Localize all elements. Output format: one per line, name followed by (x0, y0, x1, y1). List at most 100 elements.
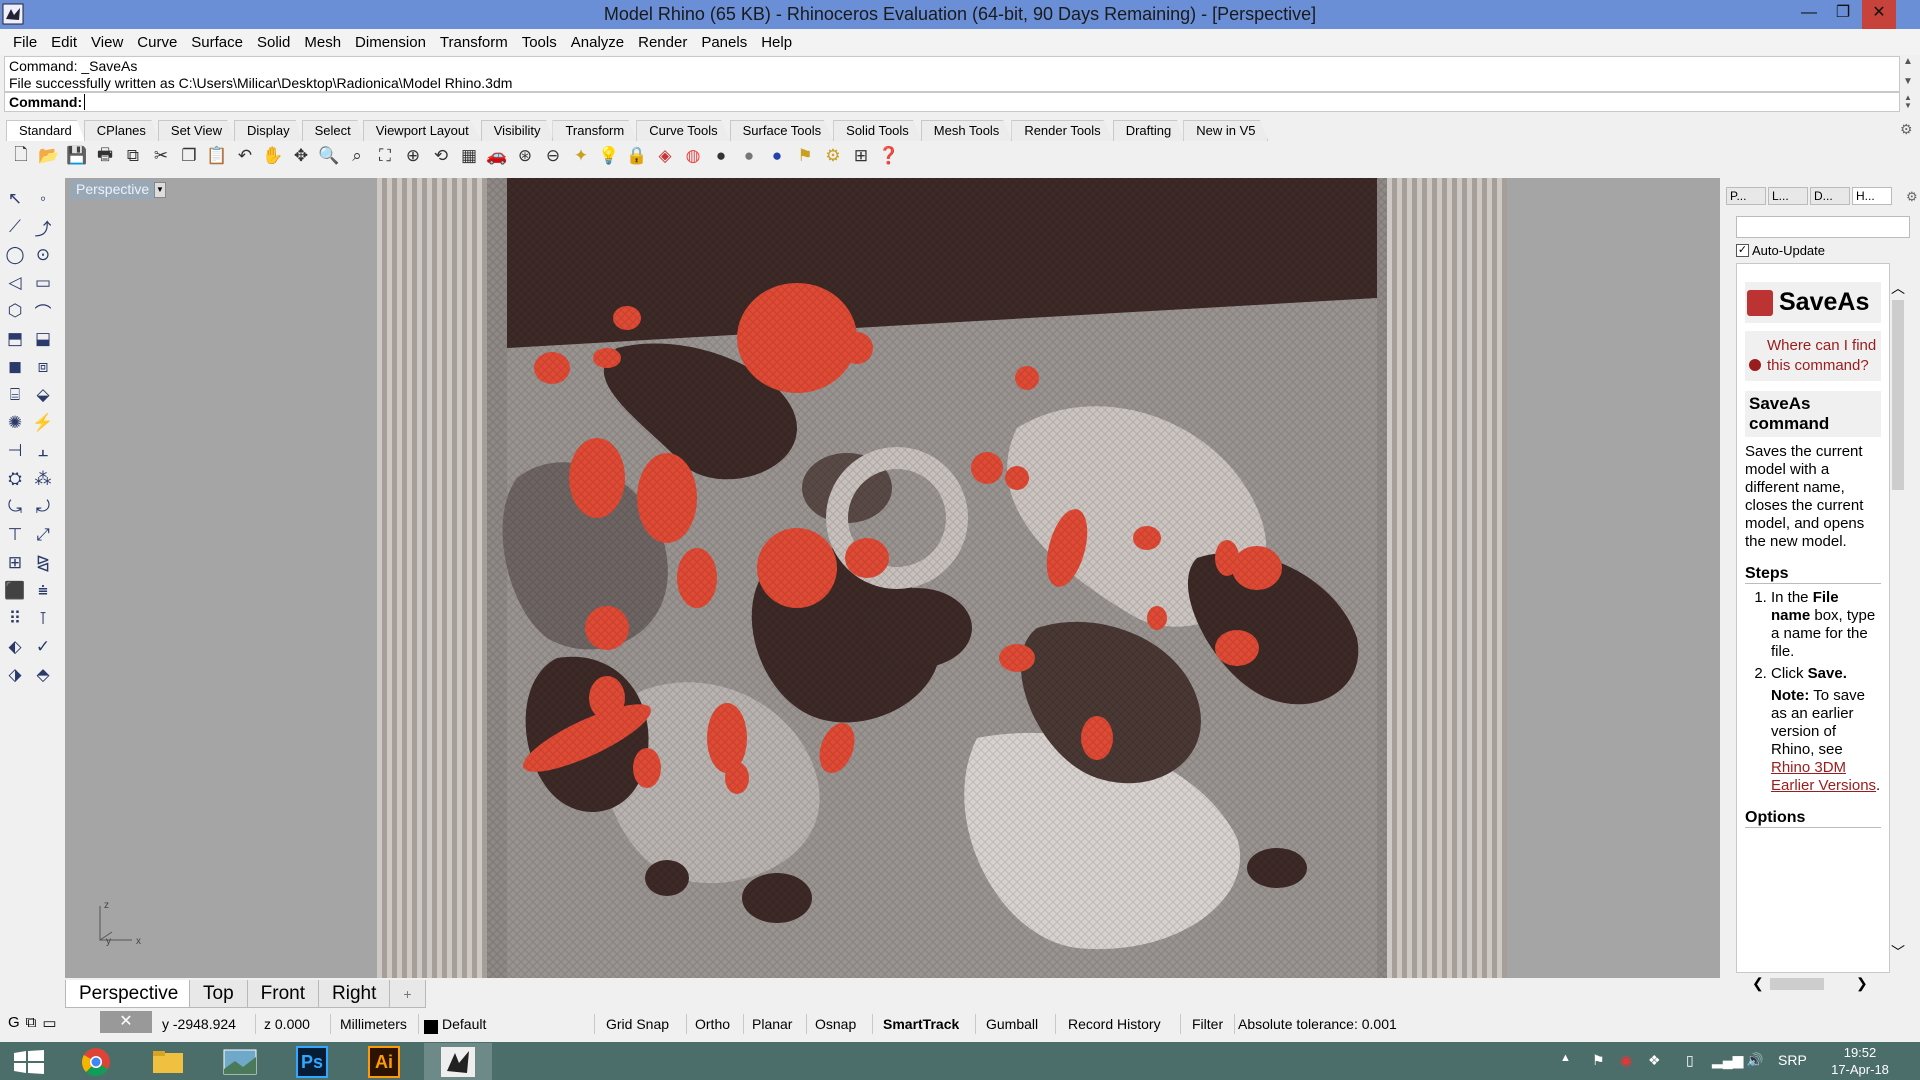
tab-select[interactable]: Select (301, 120, 364, 141)
arc-icon[interactable]: ◁ (2, 270, 28, 296)
check-icon[interactable]: ✓ (30, 634, 56, 660)
print-icon[interactable]: 🖶 (92, 144, 118, 168)
tab-cplanes[interactable]: CPlanes (83, 120, 159, 141)
rotate-icon[interactable]: ✥ (288, 144, 314, 168)
zoom-icon[interactable]: 🔍 (316, 144, 342, 168)
command-line[interactable]: Command: (4, 92, 1900, 112)
menu-dimension[interactable]: Dimension (348, 34, 433, 51)
tab-new-in-v5[interactable]: New in V5 (1183, 120, 1269, 141)
history-scroll-up-icon[interactable]: ▲ (1900, 56, 1916, 67)
materials-icon[interactable]: ⚑ (792, 144, 818, 168)
dimension-icon[interactable]: ⊞ (848, 144, 874, 168)
tab-surface-tools[interactable]: Surface Tools (729, 120, 835, 141)
dropbox-icon[interactable]: ❖ (1648, 1052, 1661, 1069)
photos-icon[interactable] (206, 1043, 274, 1080)
ground-plane-icon[interactable]: ⩧ (30, 578, 56, 604)
light-icon[interactable]: ✦ (568, 144, 594, 168)
car-icon[interactable]: 🚗 (484, 144, 510, 168)
menu-view[interactable]: View (84, 34, 130, 51)
rotate-view-icon[interactable]: ⟲ (428, 144, 454, 168)
tab-solid-tools[interactable]: Solid Tools (833, 120, 922, 141)
split-icon[interactable]: ⫠ (30, 438, 56, 464)
cage-edit-icon[interactable]: ⬗ (2, 662, 28, 688)
photoshop-icon[interactable]: Ps (278, 1043, 346, 1080)
four-viewports-icon[interactable]: ▦ (456, 144, 482, 168)
render-color-icon[interactable]: ◍ (680, 144, 706, 168)
where-link-text[interactable]: Where can I find this command? (1767, 337, 1876, 374)
menu-analyze[interactable]: Analyze (564, 34, 631, 51)
undo-icon[interactable]: ↶ (232, 144, 258, 168)
join-icon[interactable]: ⛭ (2, 466, 28, 492)
save-icon[interactable]: 💾 (64, 144, 90, 168)
cylinder-icon[interactable]: ⌸ (2, 382, 28, 408)
menu-solid[interactable]: Solid (250, 34, 297, 51)
circle-icon[interactable]: ◯ (2, 242, 28, 268)
network-icon[interactable]: ▂▄▆ (1712, 1052, 1743, 1069)
clock[interactable]: 19:52 17-Apr-18 (1810, 1042, 1910, 1078)
grid-snap-toggle[interactable]: Grid Snap (606, 1016, 669, 1032)
smarttrack-toggle[interactable]: SmartTrack (883, 1016, 959, 1032)
earlier-versions-link[interactable]: Rhino 3DM Earlier Versions (1771, 759, 1876, 794)
view-tab-perspective[interactable]: Perspective (65, 980, 190, 1008)
scroll-thumb[interactable] (1770, 978, 1824, 990)
boolean-icon[interactable]: ⧈ (30, 354, 56, 380)
scroll-down-icon[interactable]: ﹀ (1890, 942, 1906, 962)
help-icon[interactable]: ❓ (876, 144, 902, 168)
curve-icon[interactable]: ⤴ (30, 214, 56, 240)
cplane-icon[interactable]: G (8, 1014, 20, 1032)
menu-transform[interactable]: Transform (433, 34, 515, 51)
view-tab-front[interactable]: Front (246, 980, 319, 1008)
panel-tab-display[interactable]: D... (1810, 187, 1850, 205)
explode-icon[interactable]: ⁂ (30, 466, 56, 492)
scroll-right-icon[interactable]: ❯ (1856, 975, 1868, 992)
menu-surface[interactable]: Surface (184, 34, 250, 51)
cut-icon[interactable]: ✂ (148, 144, 174, 168)
rectangle-icon[interactable]: ▭ (30, 270, 56, 296)
battery-icon[interactable]: ▯ (1686, 1052, 1694, 1069)
dimension-tool-icon[interactable]: ⊺ (30, 606, 56, 632)
command-history[interactable]: Command: _SaveAs File successfully writt… (4, 56, 1900, 92)
view-tab-right[interactable]: Right (318, 980, 391, 1008)
rhinoceros-taskbar-icon[interactable] (424, 1043, 492, 1080)
lights-icon[interactable]: ✺ (2, 410, 28, 436)
paste-icon[interactable]: 📋 (204, 144, 230, 168)
menu-file[interactable]: File (6, 34, 44, 51)
close-button[interactable]: ✕ (1862, 0, 1896, 29)
layer-icon[interactable]: ◈ (652, 144, 678, 168)
tab-visibility[interactable]: Visibility (480, 120, 554, 141)
fillet-icon[interactable]: ⤿ (2, 494, 28, 520)
render-preview-icon[interactable]: ⬘ (30, 662, 56, 688)
file-explorer-icon[interactable] (134, 1043, 202, 1080)
point-icon[interactable]: ◦ (30, 186, 56, 212)
tab-mesh-tools[interactable]: Mesh Tools (920, 120, 1013, 141)
menu-tools[interactable]: Tools (515, 34, 564, 51)
language-indicator[interactable]: SRP (1778, 1052, 1807, 1068)
trim-icon[interactable]: ⊣ (2, 438, 28, 464)
layer-label[interactable]: Default (442, 1016, 486, 1032)
group-icon[interactable]: ⬛ (2, 578, 28, 604)
windows-start-icon[interactable] (12, 1050, 46, 1074)
select-icon[interactable]: ↖ (2, 186, 28, 212)
mesh-icon[interactable]: ⬙ (30, 382, 56, 408)
auto-update-checkbox[interactable]: ✓ Auto-Update (1736, 243, 1825, 258)
lock-icon[interactable]: 🔒 (624, 144, 650, 168)
gumball-toggle[interactable]: Gumball (986, 1016, 1038, 1032)
scroll-thumb[interactable] (1892, 300, 1904, 490)
scroll-left-icon[interactable]: ❮ (1752, 975, 1764, 992)
maximize-button[interactable]: ❐ (1826, 0, 1860, 29)
where-link[interactable]: Where can I find this command? (1745, 331, 1881, 381)
history-scroll-down-icon[interactable]: ▼ (1900, 76, 1916, 87)
bulb-icon[interactable]: 💡 (596, 144, 622, 168)
window-icon[interactable]: ⧉ (26, 1014, 37, 1032)
tab-drafting[interactable]: Drafting (1112, 120, 1185, 141)
planar-toggle[interactable]: Planar (752, 1016, 792, 1032)
surface-icon[interactable]: ⬒ (2, 326, 28, 352)
array-icon[interactable]: ⊞ (2, 550, 28, 576)
panel-tab-properties[interactable]: P... (1726, 187, 1766, 205)
move-icon[interactable]: ⊤ (2, 522, 28, 548)
menu-curve[interactable]: Curve (130, 34, 184, 51)
scale-icon[interactable]: ⤢ (30, 522, 56, 548)
fillet-curve-icon[interactable]: ⌒ (30, 298, 56, 324)
tab-curve-tools[interactable]: Curve Tools (636, 120, 731, 141)
new-icon[interactable]: 🗋 (8, 144, 34, 168)
